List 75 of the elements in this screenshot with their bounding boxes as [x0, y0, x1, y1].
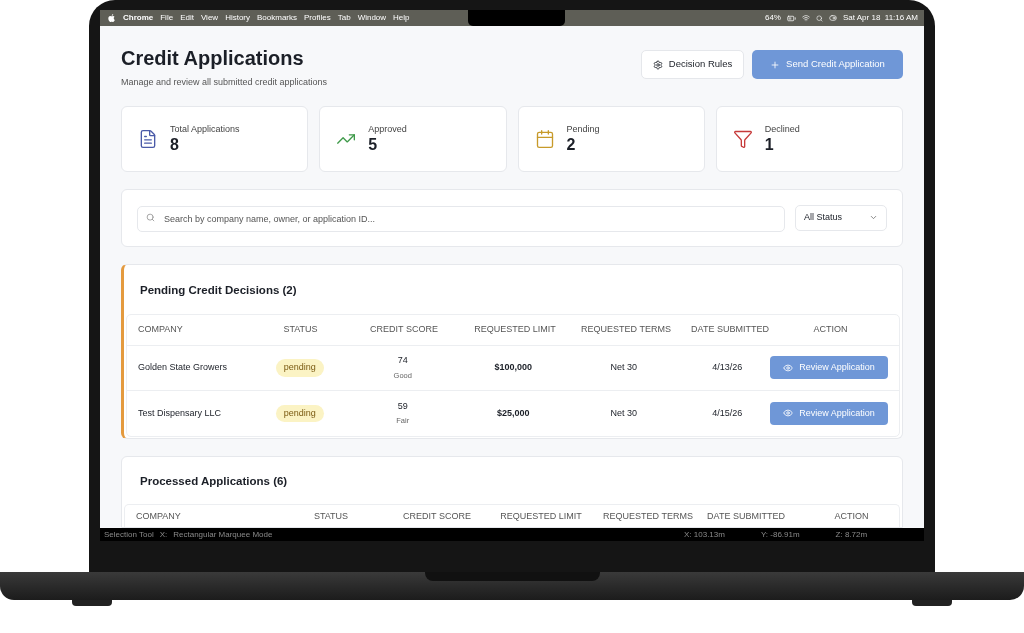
section-title: Processed Applications (6) [139, 473, 289, 489]
menu-clock: Sat Apr 18 11:16 AM [843, 12, 918, 24]
stat-value: 1 [764, 136, 775, 155]
status-badge: pending [275, 404, 324, 422]
column-header: CREDIT SCORE [370, 323, 438, 336]
status-text: Selection Tool [104, 528, 154, 541]
status-badge: pending [275, 359, 324, 377]
column-header: ACTION [834, 510, 869, 523]
status-dropdown[interactable]: All Status [795, 204, 887, 231]
section-title: Pending Credit Decisions (2) [139, 282, 298, 298]
menu-item[interactable]: Window [357, 12, 387, 24]
eye-icon [783, 362, 794, 373]
search-field[interactable]: Search by company name, owner, or application ID... [137, 205, 785, 232]
funnel-icon [732, 128, 753, 149]
settings-icon [652, 59, 663, 70]
stat-label: Pending [566, 122, 600, 136]
requested-terms: Net 30 [610, 406, 637, 420]
page-title: Credit Applications [121, 46, 305, 70]
menu-item[interactable]: Edit [180, 12, 194, 24]
search-icon [146, 213, 155, 222]
menu-item[interactable]: Bookmarks [257, 12, 298, 24]
control-center-icon[interactable] [829, 14, 837, 22]
requested-limit: $100,000 [494, 361, 532, 374]
menu-item[interactable]: Profiles [304, 12, 331, 24]
credit-score: 74 [397, 354, 408, 368]
column-header: COMPANY [136, 510, 181, 523]
decision-rules-button[interactable]: Decision Rules [641, 50, 744, 79]
page-subtitle: Manage and review all submitted credit applications [121, 76, 328, 89]
eye-icon [783, 408, 794, 419]
plus-icon [770, 59, 781, 70]
status-text: Rectangular Marquee Mode [173, 528, 273, 541]
credit-score: 59 [397, 399, 408, 413]
menu-item[interactable]: View [200, 12, 219, 24]
menu-item[interactable]: File [160, 12, 174, 24]
column-header: COMPANY [138, 323, 183, 336]
column-header: DATE SUBMITTED [707, 510, 785, 523]
stat-value: 2 [566, 136, 577, 155]
column-header: STATUS [313, 510, 349, 523]
stat-value: 5 [368, 136, 379, 155]
requested-limit: $25,000 [496, 406, 530, 420]
coordinate-text: Z: 8.72m [835, 528, 868, 541]
column-header: REQUESTED TERMS [581, 323, 671, 336]
calendar-icon [534, 128, 555, 149]
column-header: REQUESTED LIMIT [474, 323, 556, 336]
menu-item[interactable]: Chrome [123, 12, 154, 24]
coordinate-text: Y: -86.91m [760, 528, 800, 541]
column-header: REQUESTED LIMIT [500, 510, 582, 523]
battery-percent: 64% [764, 12, 781, 24]
date-submitted: 4/13/26 [712, 361, 743, 374]
status-text: X: [159, 528, 168, 541]
date-submitted: 4/15/26 [712, 406, 743, 420]
company-name: Test Dispensary LLC [138, 406, 222, 420]
menu-item[interactable]: Help [393, 12, 410, 24]
menu-item[interactable]: History [225, 12, 250, 24]
stat-label: Total Applications [170, 122, 240, 136]
wifi-icon[interactable] [802, 14, 810, 22]
chevron-down-icon [869, 213, 878, 222]
laptop-foot [72, 600, 112, 606]
column-header: REQUESTED TERMS [603, 510, 693, 523]
company-name: Golden State Growers [138, 361, 228, 374]
column-header: CREDIT SCORE [403, 510, 471, 523]
column-header: ACTION [813, 323, 848, 336]
battery-icon [787, 13, 796, 23]
apple-logo-icon [108, 14, 115, 22]
column-header: DATE SUBMITTED [691, 323, 769, 336]
laptop-foot [912, 600, 952, 606]
requested-terms: Net 30 [610, 361, 637, 374]
search-icon[interactable] [816, 14, 823, 22]
column-header: STATUS [283, 323, 318, 336]
stat-label: Approved [368, 122, 407, 136]
menu-item[interactable]: Tab [337, 12, 351, 24]
document-icon [138, 128, 158, 149]
stat-value: 8 [170, 136, 180, 155]
coordinate-text: X: 103.13m [684, 528, 725, 541]
stat-label: Declined [764, 122, 800, 136]
